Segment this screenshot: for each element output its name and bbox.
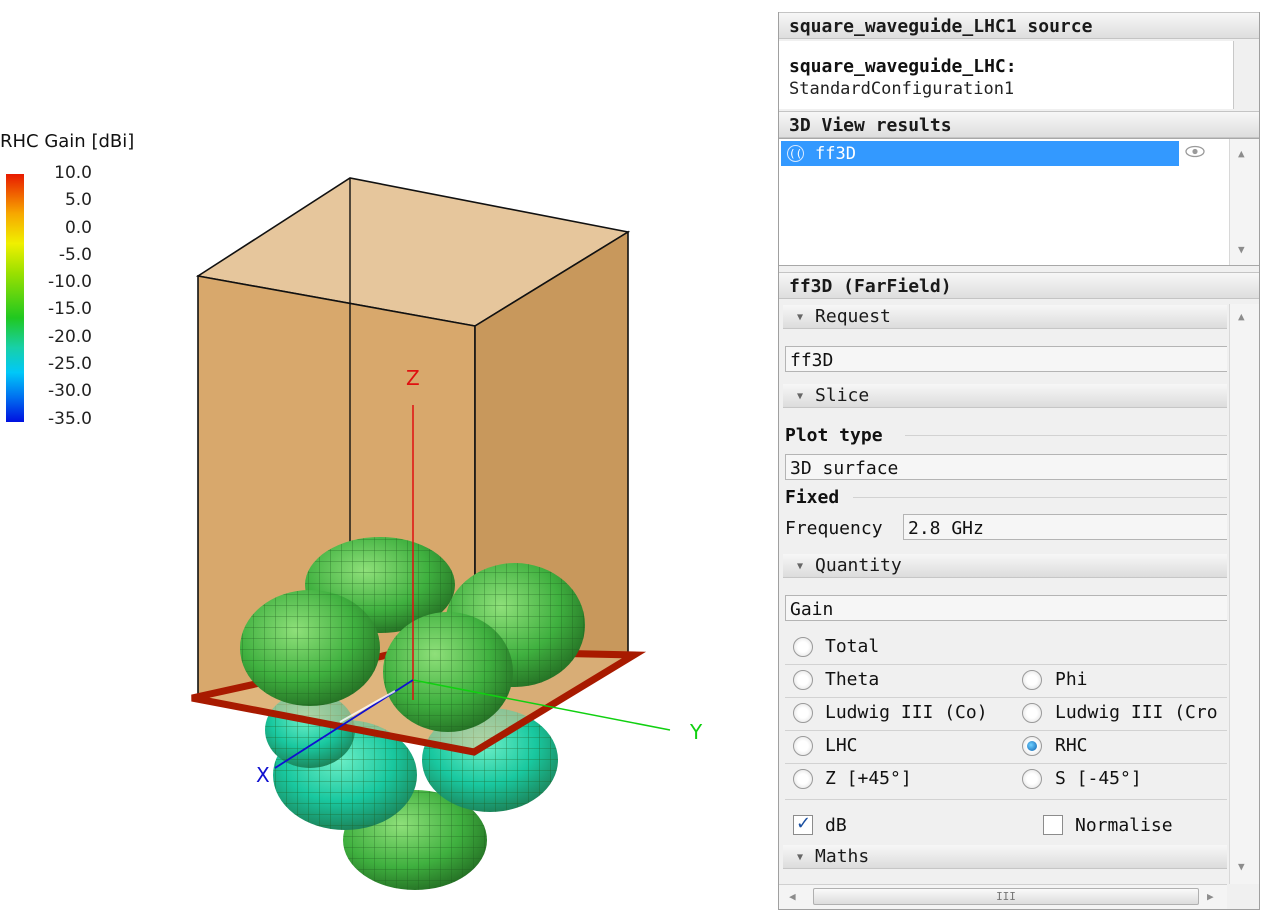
source-info: square_waveguide_LHC: StandardConfigurat… [779, 41, 1234, 109]
group-quantity[interactable]: ▼ Quantity [783, 554, 1227, 578]
z-axis-label: Z [406, 366, 420, 390]
scroll-up-icon[interactable]: ▲ [1238, 310, 1245, 323]
collapse-triangle-icon: ▼ [797, 391, 804, 402]
scroll-up-icon[interactable]: ▲ [1238, 147, 1245, 160]
radio-total-label: Total [825, 636, 880, 657]
scrollbar-thumb[interactable]: III [813, 888, 1199, 905]
result-item-label: ff3D [815, 144, 856, 164]
radio-s45[interactable] [1022, 769, 1042, 789]
group-request-label: Request [815, 306, 891, 327]
properties-header: ff3D (FarField) [779, 272, 1259, 299]
collapse-triangle-icon: ▼ [797, 312, 804, 323]
radio-lhc-label: LHC [825, 735, 858, 756]
normalise-label: Normalise [1075, 815, 1173, 836]
frequency-field[interactable]: 2.8 GHz [903, 514, 1227, 540]
properties-scrollbar[interactable]: ▲ ▼ [1229, 304, 1259, 884]
group-maths[interactable]: ▼ Maths [783, 845, 1227, 869]
group-quantity-label: Quantity [815, 555, 902, 576]
db-label: dB [825, 815, 847, 836]
frequency-label: Frequency [785, 518, 883, 539]
fixed-label: Fixed [785, 487, 840, 508]
quantity-select[interactable]: Gain [785, 595, 1227, 621]
y-axis-label: Y [689, 720, 703, 744]
result-item-ff3d[interactable]: (( ff3D [781, 141, 1179, 166]
radio-z45-label: Z [+45°] [825, 768, 912, 789]
scroll-down-icon[interactable]: ▼ [1238, 860, 1245, 873]
results-list[interactable]: (( ff3D ▲ ▼ [779, 138, 1259, 266]
radio-ludwig-cross[interactable] [1022, 703, 1042, 723]
radio-rhc-label: RHC [1055, 735, 1088, 756]
db-checkbox[interactable]: ✓ [793, 813, 813, 835]
radio-rhc[interactable] [1022, 736, 1042, 756]
radio-ludwig-cross-label: Ludwig III (Cro [1055, 702, 1218, 723]
group-slice[interactable]: ▼ Slice [783, 384, 1227, 408]
radio-phi[interactable] [1022, 670, 1042, 690]
scroll-left-icon[interactable]: ◀ [789, 890, 796, 903]
radio-s45-label: S [-45°] [1055, 768, 1142, 789]
radio-phi-label: Phi [1055, 669, 1088, 690]
radio-theta[interactable] [793, 670, 813, 690]
normalise-checkbox[interactable] [1043, 815, 1063, 835]
radio-theta-label: Theta [825, 669, 880, 690]
radio-z45[interactable] [793, 769, 813, 789]
radio-ludwig-co[interactable] [793, 703, 813, 723]
source-configuration: StandardConfiguration1 [789, 79, 1015, 99]
source-title: square_waveguide_LHC: [789, 56, 1017, 77]
group-slice-label: Slice [815, 385, 870, 406]
radio-lhc[interactable] [793, 736, 813, 756]
eye-icon[interactable] [1185, 145, 1205, 158]
collapse-triangle-icon: ▼ [797, 852, 804, 863]
x-axis-label: X [256, 763, 270, 787]
request-field[interactable]: ff3D [785, 346, 1227, 372]
scroll-right-icon[interactable]: ▶ [1207, 890, 1214, 903]
checkmark-icon: ✓ [796, 813, 812, 834]
results-header: 3D View results [779, 111, 1259, 138]
results-scrollbar[interactable]: ▲ ▼ [1229, 139, 1259, 265]
properties-area: ▼ Request ff3D ▼ Slice Plot type 3D surfac… [779, 299, 1259, 871]
radio-ludwig-co-label: Ludwig III (Co) [825, 702, 988, 723]
scroll-down-icon[interactable]: ▼ [1238, 243, 1245, 256]
group-request[interactable]: ▼ Request [783, 305, 1227, 329]
radio-wave-icon: (( [787, 145, 804, 162]
farfield-scene: Z Y X [191, 177, 703, 890]
properties-panel: square_waveguide_LHC1 source square_wave… [778, 12, 1260, 910]
source-header: square_waveguide_LHC1 source [779, 12, 1259, 39]
group-maths-label: Maths [815, 846, 870, 867]
radio-total[interactable] [793, 637, 813, 657]
plot-type-select[interactable]: 3D surface [785, 454, 1227, 480]
plot-type-label: Plot type [785, 425, 883, 446]
collapse-triangle-icon: ▼ [797, 561, 804, 572]
viewport-3d[interactable]: RHC Gain [dBi] 10.0 5.0 0.0 -5.0 -10.0 -… [0, 0, 760, 916]
horizontal-scrollbar[interactable]: ◀ III ▶ [779, 884, 1227, 909]
